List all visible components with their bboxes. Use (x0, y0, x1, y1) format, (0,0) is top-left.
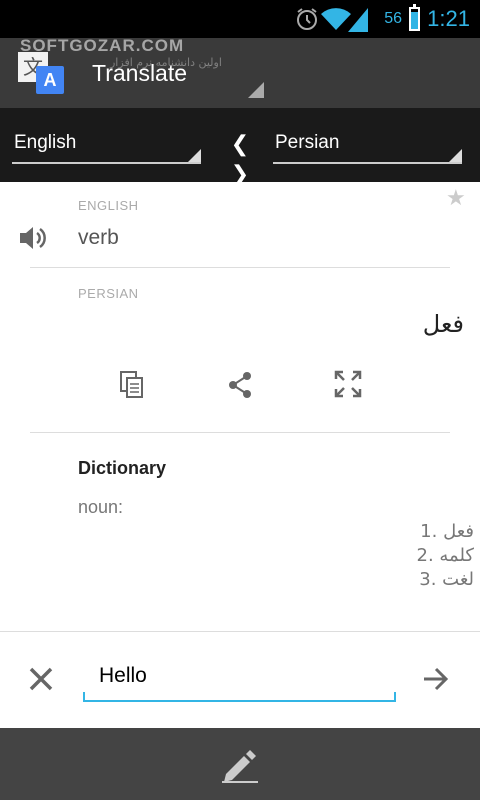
alarm-clock-icon (294, 6, 320, 36)
dictionary-heading: Dictionary (78, 458, 167, 478)
watermark-subtitle: اولین دانشنامه نرم افزار (110, 56, 222, 69)
list-item: 3. لغت (419, 569, 474, 590)
source-language-select[interactable]: English (12, 122, 201, 164)
copy-icon[interactable] (120, 371, 144, 403)
target-language-label: Persian (275, 132, 340, 153)
watermark: SOFTGOZAR.COM (20, 36, 185, 55)
speaker-icon[interactable] (18, 224, 48, 256)
text-input[interactable]: Hello (99, 664, 147, 688)
divider (30, 267, 450, 268)
target-language-select[interactable]: Persian (273, 122, 462, 164)
source-language-heading: ENGLISH (78, 198, 139, 213)
list-item: 1. فعل (420, 521, 474, 542)
dropdown-indicator (449, 149, 462, 162)
translated-text: فعل (422, 310, 464, 338)
dictionary-entries: 1. فعل 2. کلمه 3. لغت (274, 520, 475, 592)
translate-logo-icon[interactable]: 文 A (18, 52, 66, 96)
logo-a-glyph: A (36, 66, 64, 94)
target-language-heading: PERSIAN (78, 286, 139, 301)
dropdown-indicator (188, 149, 201, 162)
share-icon[interactable] (227, 371, 253, 403)
source-text: verb (78, 226, 119, 249)
title-dropdown-indicator[interactable] (248, 82, 264, 98)
signal-strength-icon (348, 8, 368, 36)
part-of-speech: noun: (78, 497, 124, 517)
close-icon[interactable] (28, 666, 54, 696)
source-language-label: English (14, 132, 77, 153)
swap-languages-button[interactable]: ❮ ❯ (218, 130, 262, 187)
status-bar: 56 1:21 (0, 0, 480, 38)
battery-icon (409, 4, 420, 31)
star-icon[interactable]: ★ (446, 186, 466, 211)
input-area (0, 631, 480, 728)
status-time: 1:21 (427, 6, 470, 31)
fullscreen-icon[interactable] (334, 370, 362, 402)
battery-percentage: 56 (384, 10, 402, 27)
divider (30, 432, 450, 433)
arrow-right-icon[interactable] (422, 666, 450, 696)
list-item: 2. کلمه (416, 545, 475, 566)
pencil-icon[interactable] (220, 744, 260, 788)
